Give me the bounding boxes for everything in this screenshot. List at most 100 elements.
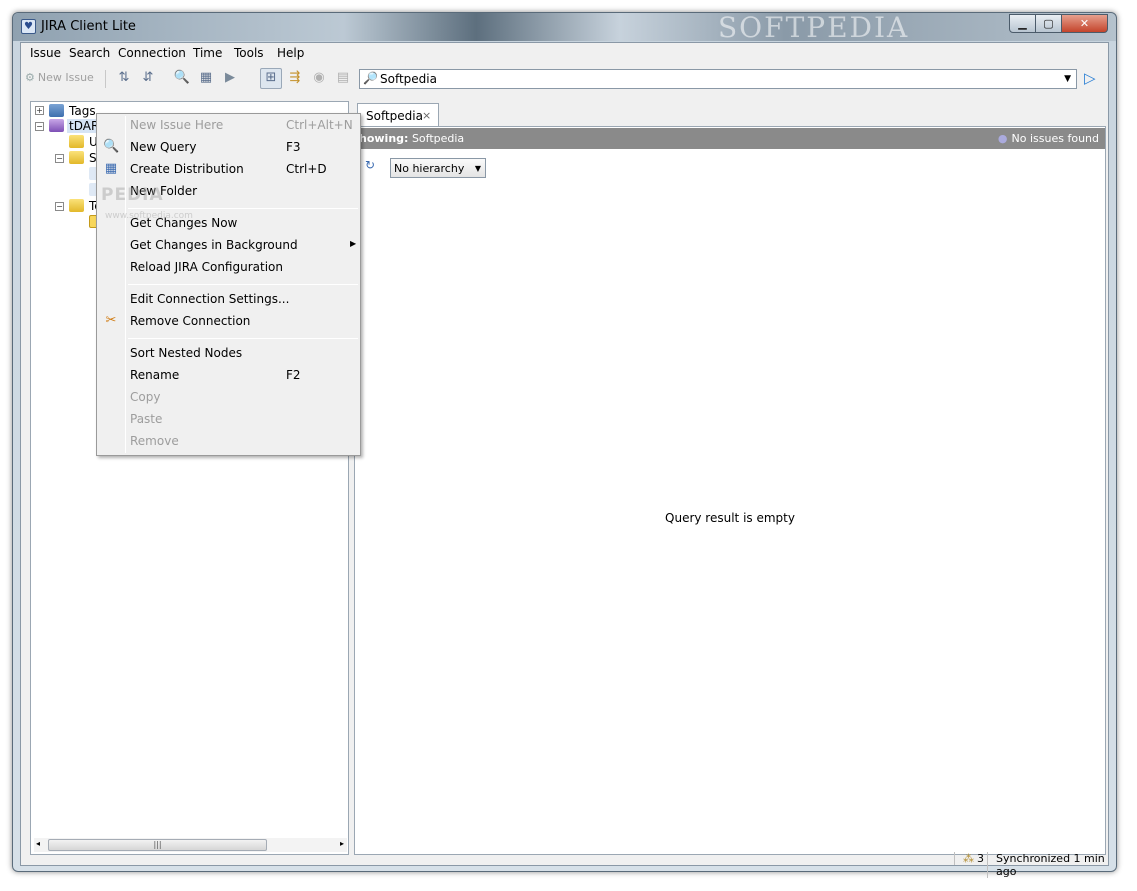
context-menu-item: Paste	[97, 409, 360, 431]
run-query-icon[interactable]: ▷	[1084, 69, 1096, 87]
context-menu-shortcut: Ctrl+D	[286, 162, 327, 176]
sync-status: Synchronized 1 min ago	[987, 852, 1108, 878]
sync-background-icon[interactable]: ⇵	[139, 69, 157, 87]
context-menu-item[interactable]: ✂ Remove Connection	[97, 311, 360, 333]
toolbar: ⚙ New Issue ⇅ ⇵ 🔍 ▦ ▶ ⊞ ⇶ ◉ ▤ 🔎 Softpedia…	[21, 65, 1108, 93]
new-issue-button[interactable]: ⚙ New Issue	[25, 69, 94, 87]
menu-separator	[128, 284, 358, 285]
context-menu-item[interactable]: ▦ Create Distribution Ctrl+D	[97, 159, 360, 181]
context-menu-label: Sort Nested Nodes	[130, 346, 243, 360]
menu-issue[interactable]: Issue	[30, 46, 61, 60]
title-bar[interactable]: ♥ JIRA Client Lite SOFTPEDIA ▁ ▢ ✕	[13, 11, 1116, 44]
issues-icon: ⁂	[963, 852, 974, 865]
info-icon: ●	[997, 132, 1008, 145]
context-menu-item[interactable]: 🔍 New Query F3	[97, 137, 360, 159]
query-pane: Softpedia × howing: Softpedia ● No issues…	[354, 101, 1106, 855]
query-combo-value: Softpedia	[380, 72, 437, 86]
window-title: JIRA Client Lite	[41, 19, 136, 34]
folder-icon	[69, 199, 84, 212]
showing-label: howing: Softpedia	[359, 132, 464, 145]
tags-icon	[49, 104, 64, 117]
scroll-left-icon[interactable]: ◂	[36, 839, 40, 848]
toolbar-separator	[105, 70, 106, 88]
query-icon: 🔍	[103, 139, 120, 154]
hierarchy-select[interactable]: No hierarchy ▼	[390, 158, 486, 178]
menu-search[interactable]: Search	[69, 46, 110, 60]
context-menu-label: Copy	[130, 390, 161, 404]
context-menu-label: Get Changes in Background	[130, 238, 298, 252]
maximize-button[interactable]: ▢	[1035, 14, 1062, 33]
issues-status: ● No issues found	[998, 132, 1099, 145]
close-tab-icon[interactable]: ×	[422, 109, 431, 122]
showing-query: Softpedia	[411, 132, 465, 145]
calendar-icon[interactable]: ▤	[334, 69, 352, 87]
context-menu-item[interactable]: Reload JIRA Configuration	[97, 257, 360, 279]
menu-separator	[128, 208, 358, 209]
context-menu-shortcut: F2	[286, 368, 301, 382]
context-menu-label: Create Distribution	[130, 162, 244, 176]
menu-separator	[128, 338, 358, 339]
timer-icon[interactable]: ◉	[310, 69, 328, 87]
context-menu-shortcut: F3	[286, 140, 301, 154]
refresh-icon[interactable]: ↻	[365, 158, 375, 172]
scroll-right-icon[interactable]: ▸	[340, 839, 344, 848]
distribution-icon[interactable]: ▦	[197, 69, 215, 87]
connection-icon	[49, 119, 64, 132]
context-menu-item: Remove	[97, 431, 360, 453]
empty-message: Query result is empty	[665, 511, 795, 525]
chevron-down-icon: ▼	[474, 164, 481, 173]
tree-node-tags[interactable]: Tags	[69, 104, 96, 118]
context-menu-label: Remove Connection	[130, 314, 251, 328]
context-menu-label: Edit Connection Settings...	[130, 292, 290, 306]
context-menu-item[interactable]: Get Changes in Background ▶	[97, 235, 360, 257]
new-issue-icon: ⚙	[25, 71, 35, 84]
issue-count: ⁂ 3	[954, 852, 984, 865]
context-menu-label: Remove	[130, 434, 179, 448]
sync-icon[interactable]: ⇅	[115, 69, 133, 87]
distribution-icon: ▦	[104, 161, 118, 176]
new-issue-label: New Issue	[37, 71, 94, 84]
status-bar: ⁂ 3 Synchronized 1 min ago	[21, 849, 1108, 878]
remove-connection-icon: ✂	[105, 313, 117, 328]
submenu-arrow-icon: ▶	[350, 239, 357, 248]
context-menu-item[interactable]: Edit Connection Settings...	[97, 289, 360, 311]
minimize-button[interactable]: ▁	[1009, 14, 1036, 33]
expand-icon[interactable]: +	[35, 106, 44, 115]
hierarchy-value: No hierarchy	[394, 162, 465, 175]
menu-tools[interactable]: Tools	[234, 46, 264, 60]
menu-connection[interactable]: Connection	[118, 46, 186, 60]
search-icon: 🔎	[363, 71, 378, 85]
context-menu: New Issue Here Ctrl+Alt+N 🔍 New Query F3 ▦ Cre…	[96, 113, 361, 456]
context-menu-label: New Issue Here	[130, 118, 224, 132]
close-button[interactable]: ✕	[1061, 14, 1108, 33]
menu-help[interactable]: Help	[277, 46, 304, 60]
watermark-overlay: PEDIA	[101, 185, 164, 205]
context-menu-item[interactable]: Rename F2	[97, 365, 360, 387]
query-icon[interactable]: 🔍	[173, 69, 191, 87]
collapse-icon[interactable]: −	[55, 202, 64, 211]
watermark-url: www.softpedia.com	[105, 211, 193, 221]
watermark: SOFTPEDIA	[718, 11, 910, 44]
folder-icon	[69, 135, 84, 148]
menu-bar: Issue Search Connection Time Tools Help	[21, 43, 1108, 64]
tab-softpedia[interactable]: Softpedia ×	[357, 103, 439, 127]
context-menu-label: New Query	[130, 140, 197, 154]
context-menu-label: Rename	[130, 368, 180, 382]
app-icon: ♥	[21, 19, 36, 34]
play-icon[interactable]: ▶	[221, 69, 239, 87]
context-menu-label: Paste	[130, 412, 163, 426]
no-issues-label: No issues found	[1011, 132, 1099, 145]
arrange-icon[interactable]: ⇶	[286, 69, 304, 87]
showing-prefix: howing:	[359, 132, 409, 145]
tab-label: Softpedia	[366, 109, 423, 123]
context-menu-item[interactable]: Sort Nested Nodes	[97, 343, 360, 365]
menu-time[interactable]: Time	[193, 46, 222, 60]
query-combo[interactable]: 🔎 Softpedia ▼	[359, 69, 1077, 89]
collapse-icon[interactable]: −	[35, 122, 44, 131]
context-menu-item: New Issue Here Ctrl+Alt+N	[97, 115, 360, 137]
context-menu-item: Copy	[97, 387, 360, 409]
collapse-icon[interactable]: −	[55, 154, 64, 163]
chevron-down-icon: ▼	[1064, 74, 1071, 84]
query-results: howing: Softpedia ● No issues found ↻ No …	[354, 126, 1106, 855]
tree-view-icon: ⊞	[265, 70, 277, 85]
